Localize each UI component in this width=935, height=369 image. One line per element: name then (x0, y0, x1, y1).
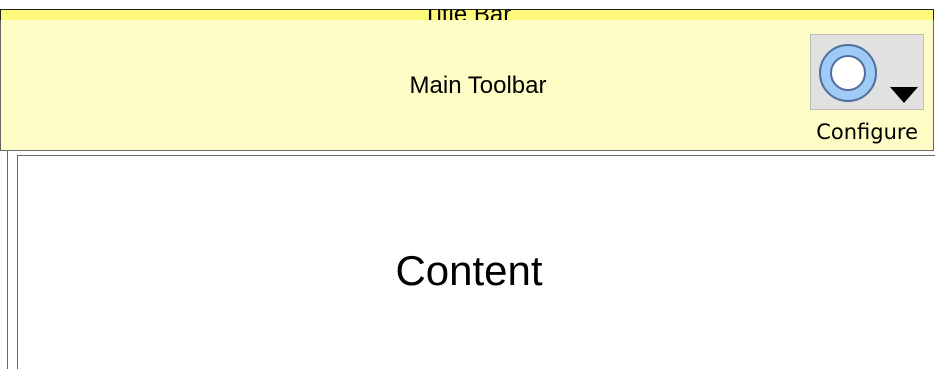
configure-button[interactable]: Configure (779, 26, 929, 150)
main-toolbar: Main Toolbar Configure (0, 20, 934, 151)
content-area: Content (7, 151, 935, 369)
window-frame: Title Bar Main Toolbar Configure Content (0, 0, 935, 369)
gear-icon (819, 44, 918, 103)
content-panel: Content (17, 155, 935, 369)
configure-button-label: Configure (816, 120, 918, 144)
content-label: Content (395, 247, 543, 294)
configure-icon-tile (810, 34, 924, 110)
